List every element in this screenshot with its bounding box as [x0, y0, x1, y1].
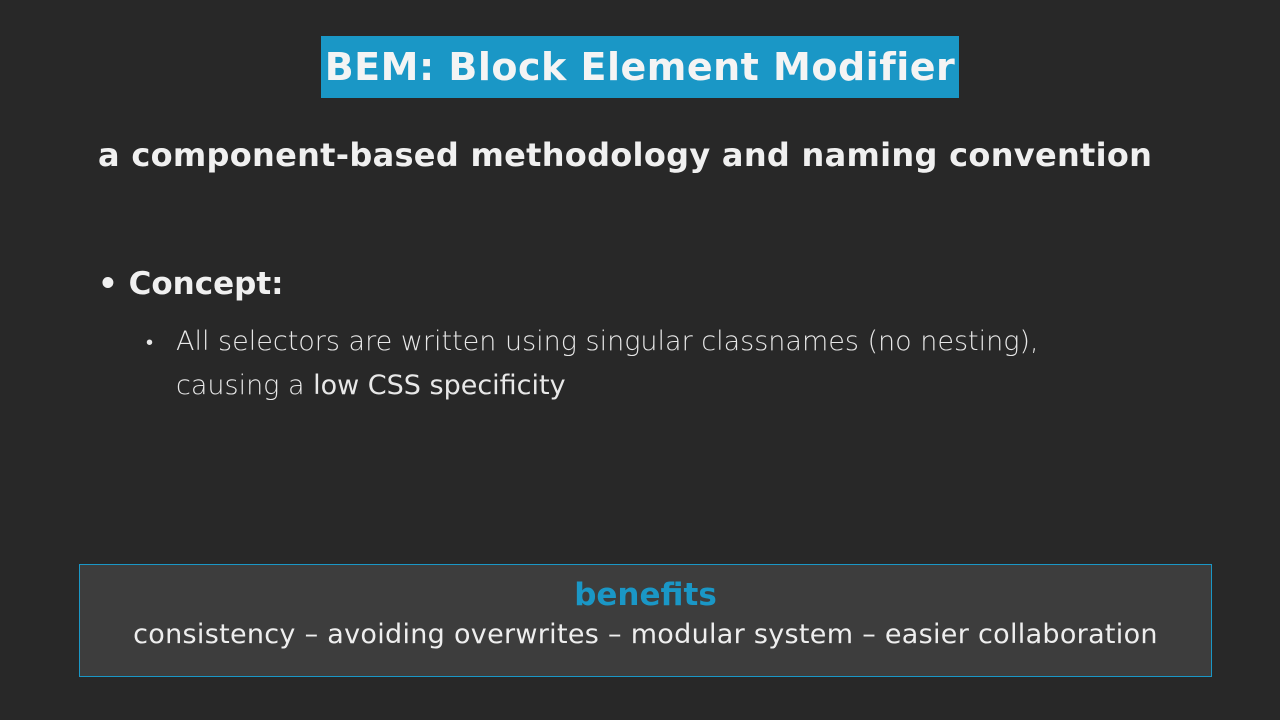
- concept-text-line1: All selectors are written using singular…: [176, 326, 1039, 357]
- concept-text-prefix: causing a: [176, 370, 314, 401]
- bullet: •: [98, 266, 118, 302]
- sub-bullet: •: [146, 330, 154, 354]
- concept-heading: • Concept:: [98, 266, 284, 302]
- slide-subtitle: a component-based methodology and naming…: [98, 136, 1153, 174]
- concept-text-line2: causing a low CSS specificity: [176, 364, 1176, 408]
- concept-label: Concept:: [128, 266, 284, 302]
- concept-text-bold: low CSS specificity: [313, 370, 566, 401]
- benefits-box: benefits consistency – avoiding overwrit…: [79, 564, 1212, 677]
- benefits-heading: benefits: [574, 577, 717, 613]
- benefits-list: consistency – avoiding overwrites – modu…: [133, 619, 1158, 650]
- slide-title: BEM: Block Element Modifier: [321, 36, 959, 98]
